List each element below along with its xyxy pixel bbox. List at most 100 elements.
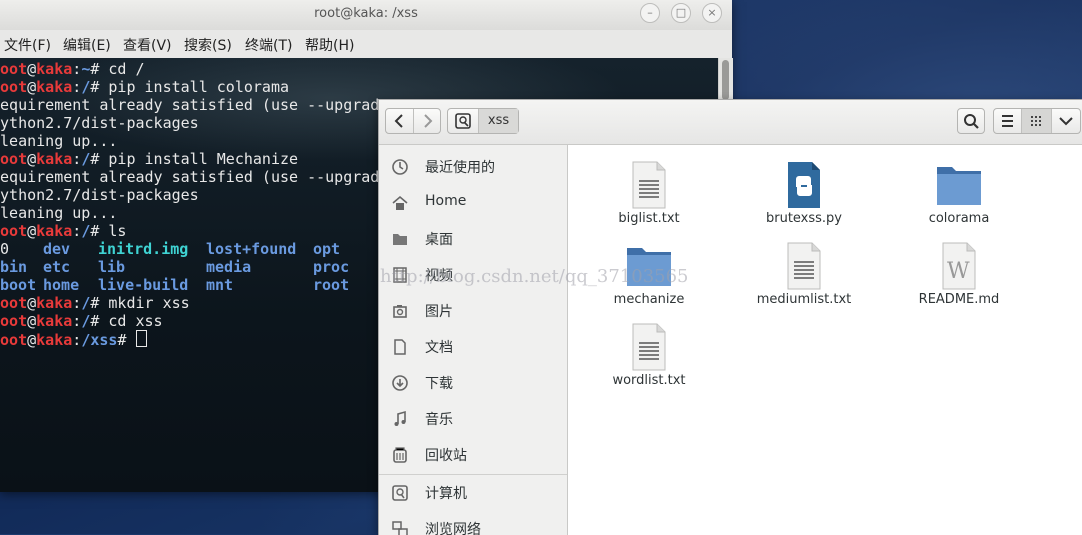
terminal-output-line: Cleaning up... [0,204,118,222]
sidebar-item-label: 音乐 [425,412,453,428]
file-item[interactable]: biglist.txt [574,153,724,233]
home-icon [391,194,409,212]
grid-view-button[interactable] [1022,109,1052,133]
terminal-title: root@kaka: /xss [314,6,418,21]
menu-file[interactable]: 文件(F) [4,35,51,55]
ls-entry: etc [43,258,71,276]
sidebar-item-label: 下载 [425,376,453,392]
sidebar-item-document[interactable]: 文档 [379,330,567,364]
markdown-file-icon: W [939,242,979,290]
file-name: wordlist.txt [612,373,686,388]
menu-terminal[interactable]: 终端(T) [245,35,292,55]
terminal-titlebar[interactable]: root@kaka: /xss – □ × [0,0,732,31]
menu-help[interactable]: 帮助(H) [305,35,354,55]
search-button[interactable] [957,108,985,134]
computer-icon [391,484,409,502]
folder-icon [936,163,981,211]
view-buttons [993,108,1081,134]
file-manager-toolbar: xss [379,100,1082,145]
file-item[interactable]: W README.md [884,234,1034,314]
ls-entry: dev [43,240,71,258]
ls-entry: lost+found [206,240,297,258]
terminal-prompt-line: root@kaka:/# ls [0,222,127,240]
sidebar-item-picture[interactable]: 图片 [379,294,567,328]
sidebar-separator [379,474,567,475]
terminal-output-line: Requirement already satisfied (use --upg… [0,168,389,186]
sidebar-item-recent[interactable]: 最近使用的 [379,150,567,184]
terminal-prompt-line: root@kaka:/# cd xss [0,312,163,330]
search-icon [964,114,979,129]
sidebar-item-download[interactable]: 下载 [379,366,567,400]
download-icon [391,374,409,392]
text-file-icon [629,323,669,371]
file-name: mechanize [613,292,685,307]
file-item[interactable]: mediumlist.txt [729,234,879,314]
terminal-cursor [135,330,147,347]
chevron-down-icon [1059,117,1073,126]
terminal-prompt-line: root@kaka:/# pip install Mechanize [0,150,299,168]
python-file-icon [784,161,824,209]
music-icon [391,410,409,428]
file-item[interactable]: wordlist.txt [574,315,724,395]
ls-entry: home [43,276,80,294]
menu-view[interactable]: 查看(V) [123,35,172,55]
places-sidebar: 最近使用的 Home 桌面 视频 图片 文档 下载 音乐 回收站 计算机 浏览网络 [379,145,568,535]
sidebar-item-label: 计算机 [425,486,467,502]
file-name: README.md [918,292,1000,307]
file-name: biglist.txt [618,211,680,226]
back-arrow-icon [394,114,403,128]
terminal-prompt-line: root@kaka:/xss# [0,330,147,349]
network-icon [391,520,409,535]
forward-arrow-icon [424,114,433,128]
list-view-icon [1002,115,1013,127]
sidebar-item-desktop-folder[interactable]: 桌面 [379,222,567,256]
ls-entry: lib [98,258,126,276]
list-view-button[interactable] [994,109,1022,133]
sidebar-item-home[interactable]: Home [379,186,567,220]
file-item[interactable]: colorama [884,153,1034,233]
minimize-button[interactable]: – [640,3,660,23]
sidebar-item-network[interactable]: 浏览网络 [379,512,567,535]
text-file-icon [784,242,824,290]
sidebar-item-label: 图片 [425,304,453,320]
sidebar-item-label: 桌面 [425,232,453,248]
document-icon [391,338,409,356]
desktop-folder-icon [391,230,409,248]
sidebar-item-label: 回收站 [425,448,467,464]
terminal-output-line: python2.7/dist-packages [0,114,199,132]
sidebar-item-computer[interactable]: 计算机 [379,476,567,510]
back-button[interactable] [386,109,414,133]
nav-buttons [385,108,441,134]
sidebar-item-music[interactable]: 音乐 [379,402,567,436]
ls-entry: boot [0,276,37,294]
sidebar-item-label: 最近使用的 [425,160,495,176]
ls-entry: bin [0,258,28,276]
menu-search[interactable]: 搜索(S) [184,35,232,55]
forward-button[interactable] [414,109,441,133]
file-view[interactable]: biglist.txt brutexss.py colorama mechanize m… [568,145,1082,535]
watermark: http://blog.csdn.net/qq_37103565 [380,266,689,287]
path-segment-xss[interactable]: xss [479,109,518,133]
maximize-button[interactable]: □ [671,3,691,23]
path-root-button[interactable] [448,109,479,133]
view-options-button[interactable] [1052,109,1080,133]
ls-entry: proc [313,258,350,276]
terminal-output-line: Requirement already satisfied (use --upg… [0,96,389,114]
ls-entry: root [313,276,350,294]
terminal-scrollbar-thumb[interactable] [722,60,729,100]
file-name: brutexss.py [765,211,843,226]
ls-entry: initrd.img [98,240,189,258]
file-manager-window[interactable]: xss 最近使用的 Home 桌面 视频 图片 文档 下载 音乐 回收站 计算机… [378,99,1082,535]
terminal-output-line: Cleaning up... [0,132,118,150]
menu-edit[interactable]: 编辑(E) [63,35,111,55]
path-bar[interactable]: xss [447,108,519,134]
terminal-prompt-line: root@kaka:/# pip install colorama [0,78,290,96]
sidebar-item-trash[interactable]: 回收站 [379,438,567,472]
ls-entry: media [206,258,252,276]
terminal-prompt-line: root@kaka:/# mkdir xss [0,294,190,312]
close-button[interactable]: × [702,3,722,23]
ls-entry: live-build [98,276,189,294]
picture-icon [391,302,409,320]
text-file-icon [629,161,669,209]
file-item[interactable]: brutexss.py [729,153,879,233]
